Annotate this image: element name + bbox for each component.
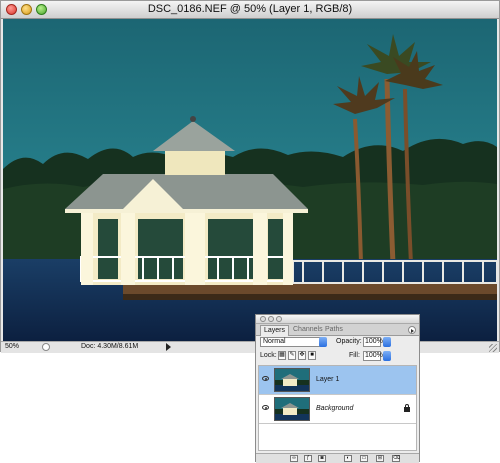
layer-name[interactable]: Background — [316, 405, 353, 412]
tab-layers[interactable]: Layers — [260, 325, 290, 336]
resize-grip-icon[interactable] — [489, 344, 497, 352]
fill-stepper-icon[interactable] — [383, 351, 391, 361]
layer-row-layer-1[interactable]: Layer 1 — [259, 366, 416, 395]
layer-mask-icon[interactable]: ◙ — [318, 455, 326, 462]
layer-style-icon[interactable]: ƒ — [304, 455, 312, 462]
layers-palette: Layers Channels Paths Normal Opacity: 10… — [255, 314, 420, 463]
blend-mode-stepper-icon[interactable] — [319, 337, 327, 347]
photo-image — [3, 19, 497, 341]
layer-lock-icon — [404, 404, 410, 412]
lock-label: Lock: — [260, 352, 277, 359]
lock-position-icon[interactable]: ✥ — [298, 351, 306, 360]
adjustment-layer-icon[interactable]: ◐ — [344, 455, 352, 462]
document-title: DSC_0186.NEF @ 50% (Layer 1, RGB/8) — [147, 3, 353, 15]
lock-fill-row: Lock: ▦ ✎ ✥ ■ Fill: 100% — [256, 351, 419, 362]
document-titlebar[interactable]: DSC_0186.NEF @ 50% (Layer 1, RGB/8) — [1, 1, 499, 19]
status-bar: 50% Doc: 4.30M/8.61M — [1, 341, 499, 353]
layer-thumbnail — [274, 397, 310, 421]
layer-list: Layer 1 Background — [258, 365, 417, 451]
palette-close-button[interactable] — [260, 316, 266, 322]
status-menu-arrow-icon[interactable] — [166, 343, 171, 351]
palette-minimize-button[interactable] — [268, 316, 274, 322]
visibility-eye-icon[interactable] — [262, 405, 269, 410]
opacity-stepper-icon[interactable] — [383, 337, 391, 347]
blend-mode-value: Normal — [263, 338, 286, 345]
trash-icon[interactable]: ⌫ — [392, 455, 400, 462]
blend-mode-select[interactable]: Normal — [260, 337, 327, 347]
new-group-icon[interactable]: ▭ — [360, 455, 368, 462]
layer-name[interactable]: Layer 1 — [316, 376, 339, 383]
link-icon[interactable]: ∞ — [290, 455, 298, 462]
palette-menu-arrow-icon[interactable] — [408, 326, 416, 334]
lock-image-pixels-icon[interactable]: ✎ — [288, 351, 296, 360]
palette-titlebar[interactable] — [256, 315, 419, 324]
new-layer-icon[interactable]: ⊞ — [376, 455, 384, 462]
zoom-level-field[interactable]: 50% — [5, 343, 37, 351]
palette-zoom-button[interactable] — [276, 316, 282, 322]
palette-tabs: Layers Channels Paths — [256, 324, 419, 336]
opacity-label: Opacity: — [336, 338, 362, 345]
layer-thumbnail — [274, 368, 310, 392]
version-cue-icon[interactable] — [42, 343, 50, 351]
image-canvas[interactable] — [3, 19, 497, 341]
tab-channels[interactable]: Channels — [290, 325, 326, 335]
opacity-input[interactable]: 100% — [363, 337, 383, 347]
fill-input[interactable]: 100% — [363, 351, 383, 361]
document-size-info: Doc: 4.30M/8.61M — [81, 343, 139, 350]
lock-all-icon[interactable]: ■ — [308, 351, 316, 360]
lock-transparency-icon[interactable]: ▦ — [278, 351, 286, 360]
document-window: DSC_0186.NEF @ 50% (Layer 1, RGB/8) 50% … — [0, 0, 500, 353]
fill-label: Fill: — [349, 352, 360, 359]
tab-paths[interactable]: Paths — [322, 325, 346, 335]
layer-row-background[interactable]: Background — [259, 395, 416, 424]
blend-opacity-row: Normal Opacity: 100% — [256, 337, 419, 348]
visibility-eye-icon[interactable] — [262, 376, 269, 381]
